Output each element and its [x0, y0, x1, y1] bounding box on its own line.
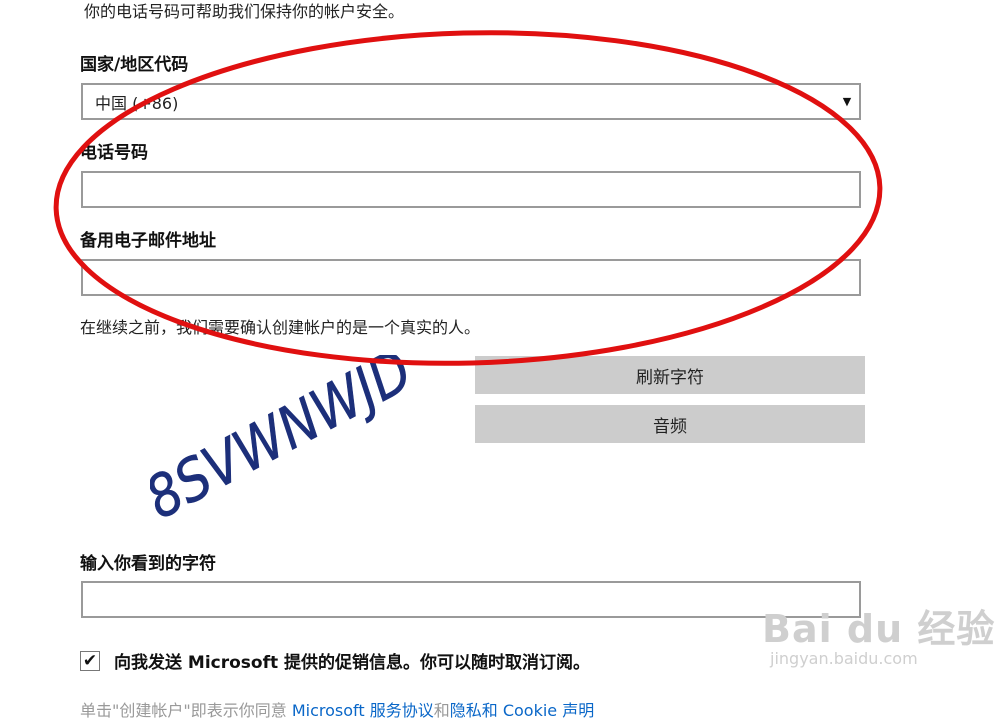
service-agreement-link[interactable]: Microsoft 服务协议	[292, 701, 434, 720]
dropdown-arrow-icon: ▼	[842, 95, 852, 108]
promo-option: ✔ 向我发送 Microsoft 提供的促销信息。你可以随时取消订阅。	[80, 648, 590, 673]
terms-text: 单击"创建帐户"即表示你同意 Microsoft 服务协议和隐私和 Cookie…	[80, 697, 594, 721]
audio-button[interactable]: 音频	[475, 405, 865, 443]
verify-note: 在继续之前，我们需要确认创建帐户的是一个真实的人。	[80, 318, 481, 337]
checkmark-icon: ✔	[82, 650, 98, 671]
promo-label: 向我发送 Microsoft 提供的促销信息。你可以随时取消订阅。	[114, 653, 591, 673]
terms-middle: 和	[433, 701, 450, 720]
backup-email-input[interactable]	[81, 259, 861, 296]
refresh-characters-button[interactable]: 刷新字符	[475, 356, 865, 394]
intro-text: 你的电话号码可帮助我们保持你的帐户安全。	[84, 2, 405, 21]
privacy-link[interactable]: 隐私和 Cookie 声明	[450, 701, 594, 720]
watermark-brand: Bai du 经验	[762, 607, 996, 651]
phone-label: 电话号码	[80, 143, 148, 163]
phone-input[interactable]	[81, 171, 861, 208]
captcha-text: 8SVWNWJD	[150, 355, 410, 532]
promo-checkbox[interactable]: ✔	[80, 650, 100, 671]
captcha-input[interactable]	[81, 581, 861, 618]
baidu-watermark: Bai du 经验 jingyan.baidu.com	[762, 598, 995, 668]
country-select-value: 中国 (+86)	[95, 93, 179, 113]
backup-email-label: 备用电子邮件地址	[80, 231, 216, 251]
terms-prefix: 单击"创建帐户"即表示你同意	[80, 701, 292, 720]
captcha-image: 8SVWNWJD	[150, 355, 410, 533]
country-label: 国家/地区代码	[80, 55, 189, 75]
country-select[interactable]: 中国 (+86) ▼	[81, 83, 861, 120]
captcha-input-label: 输入你看到的字符	[80, 554, 216, 574]
